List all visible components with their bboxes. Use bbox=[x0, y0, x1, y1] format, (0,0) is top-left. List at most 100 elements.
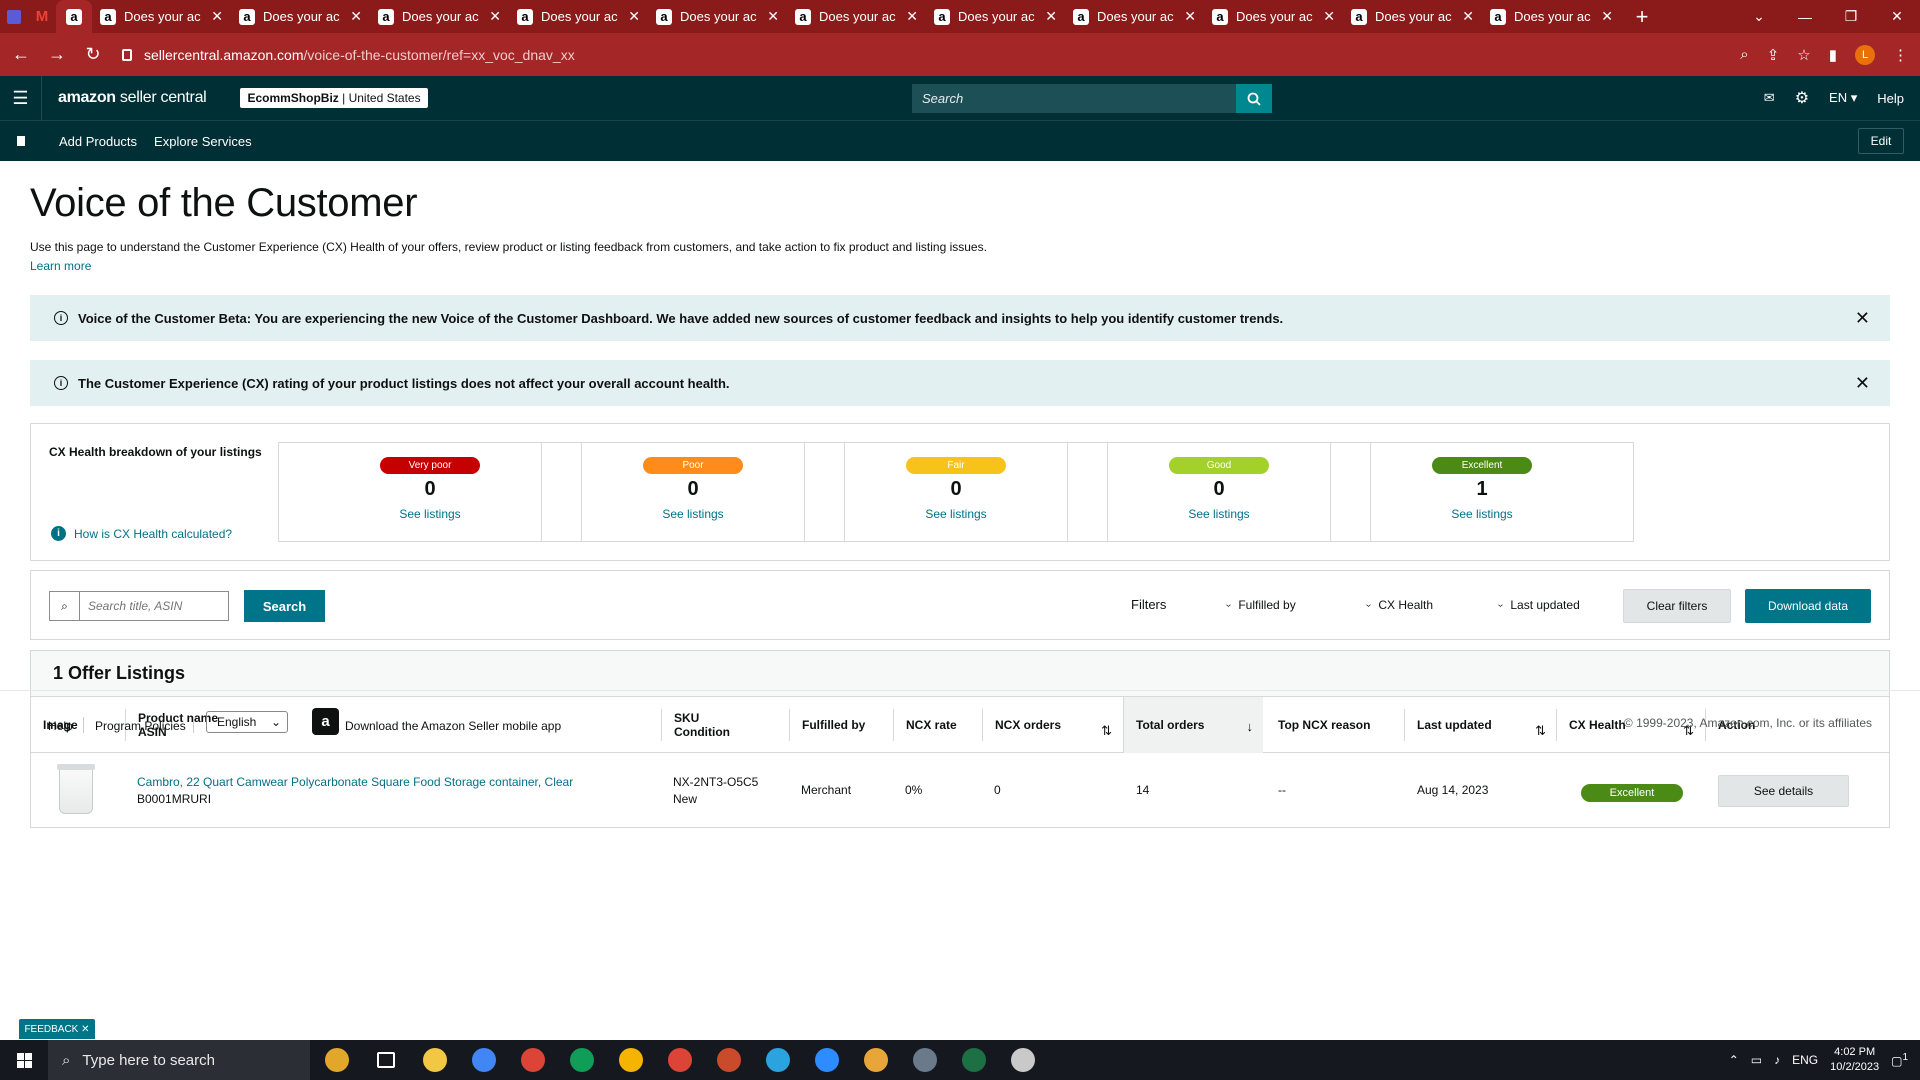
app-icon[interactable] bbox=[851, 1040, 900, 1080]
close-tab-icon[interactable]: ✕ bbox=[1323, 8, 1335, 25]
calculator-icon[interactable] bbox=[900, 1040, 949, 1080]
url-field[interactable]: sellercentral.amazon.com/voice-of-the-cu… bbox=[122, 47, 575, 63]
see-listings-link[interactable]: See listings bbox=[805, 507, 1107, 521]
browser-tab[interactable]: a Does your ac ✕ bbox=[92, 0, 231, 33]
browser-tab[interactable]: a Does your ac ✕ bbox=[648, 0, 787, 33]
chrome-icon[interactable] bbox=[508, 1040, 557, 1080]
store-selector[interactable]: EcommShopBiz | United States bbox=[240, 88, 428, 108]
tab-amazon-active[interactable]: a bbox=[56, 0, 92, 33]
language-indicator[interactable]: ENG bbox=[1792, 1053, 1818, 1067]
program-policies-link[interactable]: Program Policies bbox=[95, 719, 186, 733]
last-updated-filter[interactable]: › Last updated bbox=[1495, 598, 1580, 612]
header-search-input[interactable] bbox=[912, 84, 1236, 113]
see-listings-link[interactable]: See listings bbox=[1331, 507, 1633, 521]
mail-icon[interactable]: ✉ bbox=[1764, 90, 1775, 106]
language-selector[interactable]: EN ▾ bbox=[1829, 90, 1857, 106]
download-data-button[interactable]: Download data bbox=[1745, 589, 1871, 623]
task-view-icon[interactable] bbox=[361, 1040, 410, 1080]
tray-chevron-icon[interactable]: ⌃ bbox=[1729, 1053, 1739, 1067]
close-tab-icon[interactable]: ✕ bbox=[767, 8, 779, 25]
browser-tab[interactable]: a Does your ac ✕ bbox=[787, 0, 926, 33]
maximize-button[interactable]: ❐ bbox=[1828, 0, 1874, 33]
fulfilled-by-filter[interactable]: › Fulfilled by bbox=[1223, 598, 1296, 612]
close-tab-icon[interactable]: ✕ bbox=[489, 8, 501, 25]
clear-filters-button[interactable]: Clear filters bbox=[1623, 589, 1731, 623]
chrome-icon[interactable] bbox=[704, 1040, 753, 1080]
footer-help-link[interactable]: Help bbox=[48, 719, 73, 733]
close-tab-icon[interactable]: ✕ bbox=[211, 8, 223, 25]
close-tab-icon[interactable]: ✕ bbox=[1045, 8, 1057, 25]
listing-search-input[interactable] bbox=[79, 591, 229, 621]
profile-avatar[interactable]: L bbox=[1855, 44, 1875, 65]
amazon-seller-central-logo[interactable]: amazon seller central bbox=[58, 89, 207, 107]
browser-tab[interactable]: a Does your ac ✕ bbox=[231, 0, 370, 33]
browser-tab[interactable]: a Does your ac ✕ bbox=[1343, 0, 1482, 33]
browser-tab[interactable]: a Does your ac ✕ bbox=[1482, 0, 1621, 33]
see-listings-link[interactable]: See listings bbox=[279, 507, 581, 521]
product-image[interactable] bbox=[57, 764, 95, 814]
close-window-button[interactable]: ✕ bbox=[1874, 0, 1920, 33]
see-listings-link[interactable]: See listings bbox=[1068, 507, 1370, 521]
close-tab-icon[interactable]: ✕ bbox=[1184, 8, 1196, 25]
volume-icon[interactable]: ♪ bbox=[1774, 1053, 1780, 1067]
hamburger-menu-icon[interactable]: ☰ bbox=[0, 76, 42, 120]
browser-tab[interactable]: a Does your ac ✕ bbox=[926, 0, 1065, 33]
see-listings-link[interactable]: See listings bbox=[542, 507, 844, 521]
share-icon[interactable]: ⇪ bbox=[1767, 46, 1780, 64]
download-app-link[interactable]: Download the Amazon Seller mobile app bbox=[345, 719, 561, 733]
header-search-button[interactable] bbox=[1236, 84, 1272, 113]
edit-button[interactable]: Edit bbox=[1858, 128, 1904, 154]
close-tab-icon[interactable]: ✕ bbox=[1462, 8, 1474, 25]
bookmark-star-icon[interactable]: ☆ bbox=[1797, 46, 1810, 64]
help-link[interactable]: Help bbox=[1877, 91, 1904, 106]
windows-start-icon[interactable] bbox=[0, 1052, 48, 1068]
browser-tab[interactable]: a Does your ac ✕ bbox=[509, 0, 648, 33]
close-icon[interactable]: ✕ bbox=[1855, 308, 1870, 329]
paint-icon[interactable] bbox=[998, 1040, 1047, 1080]
close-tab-icon[interactable]: ✕ bbox=[350, 8, 362, 25]
chrome-icon[interactable] bbox=[557, 1040, 606, 1080]
footer-language-select[interactable]: English ⌄ bbox=[206, 711, 288, 733]
nav-add-products[interactable]: Add Products bbox=[59, 134, 137, 149]
close-icon[interactable]: ✕ bbox=[1855, 373, 1870, 394]
reload-button[interactable]: ↻ bbox=[78, 44, 108, 65]
bookmark-icon[interactable] bbox=[0, 136, 42, 146]
telegram-icon[interactable] bbox=[753, 1040, 802, 1080]
close-tab-icon[interactable]: ✕ bbox=[628, 8, 640, 25]
tab-list-icon[interactable]: ⌄ bbox=[1736, 0, 1782, 33]
nav-explore-services[interactable]: Explore Services bbox=[154, 134, 252, 149]
browser-tab[interactable]: a Does your ac ✕ bbox=[1204, 0, 1343, 33]
sunflower-icon[interactable] bbox=[312, 1040, 361, 1080]
tab-search-icon[interactable] bbox=[0, 0, 28, 33]
file-explorer-icon[interactable] bbox=[410, 1040, 459, 1080]
back-button[interactable]: ← bbox=[6, 44, 36, 65]
zoom-icon[interactable] bbox=[802, 1040, 851, 1080]
gmail-tab[interactable]: M bbox=[28, 0, 56, 33]
new-tab-button[interactable]: + bbox=[1627, 4, 1657, 30]
forward-button[interactable]: → bbox=[42, 44, 72, 65]
listing-search-button[interactable]: Search bbox=[244, 590, 325, 622]
close-tab-icon[interactable]: ✕ bbox=[1601, 8, 1613, 25]
minimize-button[interactable]: — bbox=[1782, 0, 1828, 33]
excel-icon[interactable] bbox=[949, 1040, 998, 1080]
feedback-button[interactable]: FEEDBACK ✕ bbox=[19, 1019, 95, 1039]
zoom-icon[interactable]: ⌕ bbox=[1740, 46, 1748, 63]
chrome-icon[interactable] bbox=[655, 1040, 704, 1080]
side-panel-icon[interactable]: ▮ bbox=[1829, 46, 1837, 64]
product-name-link[interactable]: Cambro, 22 Quart Camwear Polycarbonate S… bbox=[137, 775, 573, 789]
see-details-button[interactable]: See details bbox=[1718, 775, 1849, 807]
taskbar-search[interactable]: ⌕ Type here to search bbox=[48, 1040, 310, 1080]
gear-icon[interactable]: ⚙ bbox=[1795, 88, 1809, 108]
chrome-icon[interactable] bbox=[459, 1040, 508, 1080]
close-tab-icon[interactable]: ✕ bbox=[906, 8, 918, 25]
network-icon[interactable]: ▭ bbox=[1751, 1053, 1762, 1067]
chrome-icon[interactable] bbox=[606, 1040, 655, 1080]
cx-health-how-link[interactable]: i How is CX Health calculated? bbox=[51, 526, 232, 541]
taskbar-clock[interactable]: 4:02 PM 10/2/2023 bbox=[1830, 1045, 1879, 1075]
browser-tab[interactable]: a Does your ac ✕ bbox=[370, 0, 509, 33]
cx-health-filter[interactable]: › CX Health bbox=[1363, 598, 1433, 612]
browser-menu-icon[interactable]: ⋮ bbox=[1893, 46, 1908, 64]
notifications-icon[interactable]: ▢1 bbox=[1891, 1052, 1908, 1068]
browser-tab[interactable]: a Does your ac ✕ bbox=[1065, 0, 1204, 33]
learn-more-link[interactable]: Learn more bbox=[30, 259, 1890, 273]
